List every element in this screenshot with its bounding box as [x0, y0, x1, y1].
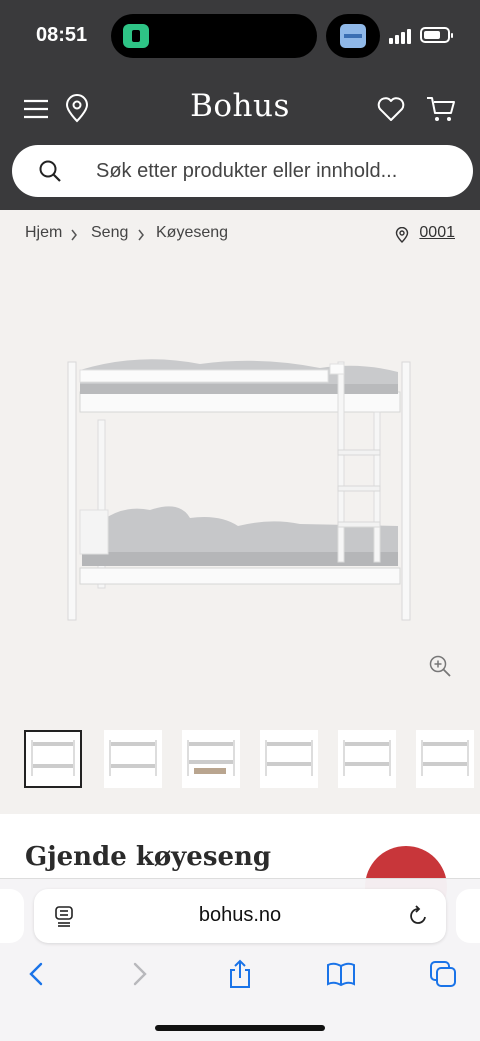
home-indicator[interactable]	[155, 1025, 325, 1031]
tabs-icon[interactable]	[428, 959, 458, 989]
zoom-in-icon[interactable]	[428, 654, 452, 678]
app-thumbnail-icon	[340, 24, 366, 48]
thumbnail-6[interactable]	[416, 730, 474, 788]
breadcrumb-current[interactable]: Køyeseng	[156, 224, 228, 242]
cart-icon[interactable]	[426, 94, 456, 124]
forward-icon[interactable]	[124, 959, 154, 989]
thumbnail-strip	[24, 730, 480, 790]
live-activity-icon	[123, 24, 149, 48]
product-title: Gjende køyeseng	[25, 842, 272, 872]
chevron-right-icon	[138, 229, 144, 241]
browser-toolbar: bohus.no	[0, 878, 480, 1041]
nav-row: Bohus	[0, 86, 480, 132]
location-pin-icon	[395, 227, 409, 243]
thumbnail-5[interactable]	[338, 730, 396, 788]
heart-icon[interactable]	[376, 94, 406, 124]
breadcrumb-seng[interactable]: Seng	[91, 224, 128, 242]
status-bar: 08:51	[0, 0, 480, 72]
thumbnail-2[interactable]	[104, 730, 162, 788]
bookmarks-icon[interactable]	[326, 959, 356, 989]
dynamic-island-app	[326, 14, 380, 58]
battery-icon	[420, 27, 453, 43]
site-header: 08:51 Bohus	[0, 0, 480, 210]
thumbnail-4[interactable]	[260, 730, 318, 788]
thumbnail-3[interactable]	[182, 730, 240, 788]
store-code[interactable]: 0001	[419, 224, 455, 242]
breadcrumb-home[interactable]: Hjem	[25, 224, 62, 242]
search-input[interactable]	[96, 159, 456, 183]
menu-icon[interactable]	[22, 94, 52, 124]
search-bar[interactable]	[12, 145, 473, 197]
url-text[interactable]: bohus.no	[34, 904, 446, 927]
bunk-bed-image[interactable]	[60, 350, 420, 630]
cellular-signal-icon	[389, 28, 415, 44]
previous-tab-preview[interactable]	[0, 889, 24, 943]
bohus-logo[interactable]: Bohus	[140, 88, 340, 124]
chevron-right-icon	[71, 229, 77, 241]
reload-icon[interactable]	[406, 904, 430, 928]
location-pin-icon[interactable]	[62, 94, 92, 124]
share-icon[interactable]	[225, 959, 255, 989]
back-icon[interactable]	[22, 959, 52, 989]
store-selector[interactable]: 0001	[395, 224, 455, 246]
next-tab-preview[interactable]	[456, 889, 480, 943]
status-time: 08:51	[36, 24, 88, 46]
address-bar[interactable]: bohus.no	[34, 889, 446, 943]
thumbnail-1[interactable]	[24, 730, 82, 788]
search-icon	[39, 160, 61, 182]
dynamic-island	[111, 14, 317, 58]
